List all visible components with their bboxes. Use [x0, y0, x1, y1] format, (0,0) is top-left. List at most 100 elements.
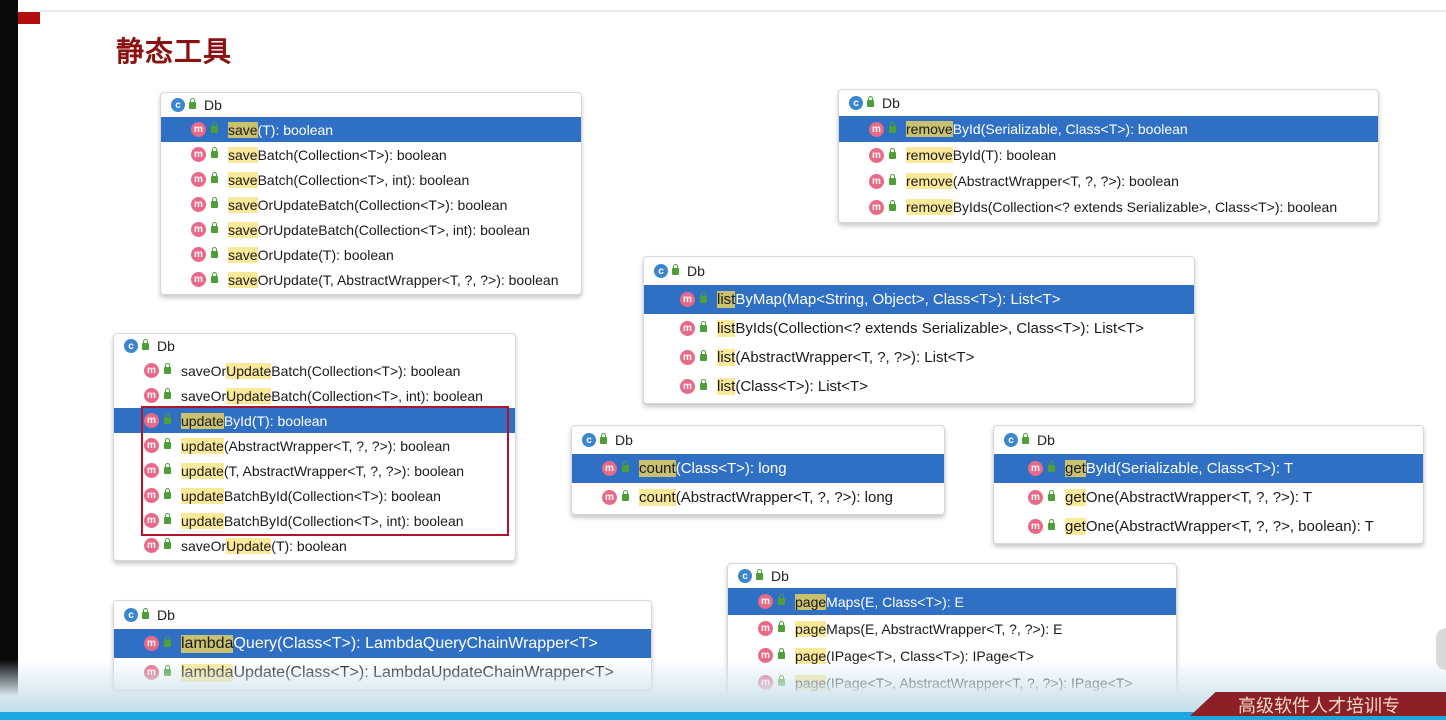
class-icon: c: [171, 98, 185, 112]
method-item[interactable]: m lambda Query(Class<T>): LambdaQueryChain…: [114, 629, 651, 658]
method-icon: m: [1028, 519, 1043, 534]
popup-header: c Db: [644, 257, 1194, 285]
match-highlight: lambda: [181, 634, 234, 653]
match-highlight: list: [717, 349, 736, 366]
lock-icon: [700, 321, 707, 332]
method-item[interactable]: m list (AbstractWrapper<T, ?, ?>): List<T>: [644, 343, 1194, 372]
method-item[interactable]: m saveOrUpdate(T): boolean: [161, 242, 581, 267]
match-highlight: get: [1065, 489, 1086, 506]
method-item[interactable]: m get One(AbstractWrapper<T, ?, ?>): T: [994, 483, 1423, 512]
match-highlight: list: [717, 378, 736, 395]
method-item[interactable]: m get ById(Serializable, Class<T>): T: [994, 454, 1423, 483]
method-item[interactable]: m save OrUpdate(T, AbstractWrapper<T, ?, ?…: [161, 267, 581, 292]
method-icon: m: [191, 172, 206, 187]
class-name: Db: [615, 432, 633, 448]
method-signature: Query(Class<T>): LambdaQueryChainWrapper…: [233, 634, 598, 652]
class-icon: c: [738, 569, 752, 583]
method-item[interactable]: m saveOrUpdateBatch(Collection<T>, int): …: [161, 217, 581, 242]
method-item[interactable]: m remove ByIds(Collection<? extends Serial…: [839, 194, 1378, 220]
method-item[interactable]: m list (Class<T>): List<T>: [644, 372, 1194, 401]
popup-header: c Db: [572, 426, 944, 454]
match-highlight: page: [795, 593, 827, 610]
db-popup-remove: c Db m remove ById(Serializable, Class<T>): …: [838, 89, 1379, 223]
method-item[interactable]: m get One(AbstractWrapper<T, ?, ?>, boolea…: [994, 512, 1423, 541]
lock-icon: [778, 594, 785, 605]
method-icon: m: [144, 538, 159, 553]
class-icon: c: [582, 433, 596, 447]
lock-icon: [211, 222, 218, 233]
popup-header: c Db: [839, 90, 1378, 116]
method-signature: Maps(E, Class<T>): E: [826, 593, 964, 610]
method-signature: (Class<T>): long: [675, 460, 787, 477]
popup-header: c Db: [161, 93, 581, 117]
method-item[interactable]: m remove ById(Serializable, Class<T>): boo…: [839, 116, 1378, 142]
lock-icon: [211, 247, 218, 258]
method-signature: Batch(Collection<T>): boolean: [257, 146, 447, 163]
method-signature: ByIds(Collection<? extends Serializable>…: [952, 199, 1338, 215]
method-signature: (AbstractWrapper<T, ?, ?>): boolean: [952, 173, 1179, 189]
method-signature: (Class<T>): List<T>: [735, 378, 868, 395]
popup-header: c Db: [114, 601, 651, 629]
lock-icon: [889, 147, 896, 159]
lock-icon: [600, 432, 607, 444]
method-item[interactable]: m page Maps(E, AbstractWrapper<T, ?, ?>): …: [728, 615, 1176, 642]
method-signature: OrUpdate(T): boolean: [257, 246, 394, 263]
method-icon: m: [602, 490, 617, 505]
match-highlight: remove: [906, 173, 953, 189]
class-icon: c: [849, 96, 863, 110]
match-highlight: count: [639, 460, 676, 477]
method-item[interactable]: m saveOrUpdate(T): boolean: [114, 533, 515, 558]
method-item[interactable]: m save Batch(Collection<T>): boolean: [161, 142, 581, 167]
method-signature: (AbstractWrapper<T, ?, ?>): List<T>: [735, 349, 975, 366]
lock-icon: [700, 379, 707, 390]
class-icon: c: [124, 608, 138, 622]
method-item[interactable]: m save Batch(Collection<T>, int): boolean: [161, 167, 581, 192]
match-highlight: save: [228, 146, 258, 163]
class-name: Db: [687, 263, 705, 279]
method-item[interactable]: m page Maps(E, Class<T>): E: [728, 588, 1176, 615]
class-name: Db: [1037, 432, 1055, 448]
method-item[interactable]: m count (AbstractWrapper<T, ?, ?>): long: [572, 483, 944, 512]
method-item[interactable]: m saveOrUpdateBatch(Collection<T>, int): …: [114, 383, 515, 408]
lock-icon: [1048, 519, 1055, 530]
method-prefix: saveOr: [181, 387, 227, 404]
method-item[interactable]: m save (T): boolean: [161, 117, 581, 142]
method-item[interactable]: m list ByMap(Map<String, Object>, Class<T>…: [644, 285, 1194, 314]
lock-icon: [1048, 461, 1055, 472]
method-item[interactable]: m remove (AbstractWrapper<T, ?, ?>): boole…: [839, 168, 1378, 194]
method-item[interactable]: m remove ById(T): boolean: [839, 142, 1378, 168]
match-highlight: remove: [906, 147, 953, 163]
lock-icon: [211, 172, 218, 183]
match-highlight: remove: [906, 121, 953, 137]
db-popup-list: c Db m list ByMap(Map<String, Object>, Class…: [643, 256, 1195, 404]
method-icon: m: [191, 197, 206, 212]
method-icon: m: [191, 122, 206, 137]
match-highlight: count: [639, 489, 676, 506]
class-name: Db: [771, 568, 789, 584]
scroll-handle[interactable]: [1436, 628, 1446, 670]
lock-icon: [164, 363, 171, 374]
method-signature: ByIds(Collection<? extends Serializable>…: [735, 320, 1144, 337]
class-icon: c: [1004, 433, 1018, 447]
method-item[interactable]: m saveOrUpdateBatch(Collection<T>): boole…: [114, 358, 515, 383]
method-icon: m: [602, 461, 617, 476]
lock-icon: [189, 97, 196, 109]
method-icon: m: [869, 199, 884, 215]
lock-icon: [778, 621, 785, 632]
method-item[interactable]: m saveOrUpdateBatch(Collection<T>): boole…: [161, 192, 581, 217]
lock-icon: [672, 263, 679, 275]
lock-icon: [142, 607, 149, 619]
method-prefix: saveOr: [181, 362, 227, 379]
method-signature: (T): boolean: [257, 121, 334, 138]
match-highlight: save: [228, 246, 258, 263]
method-signature: One(AbstractWrapper<T, ?, ?>, boolean): …: [1085, 518, 1374, 535]
method-item[interactable]: m count (Class<T>): long: [572, 454, 944, 483]
lock-icon: [778, 648, 785, 659]
match-highlight: get: [1065, 460, 1086, 477]
lock-icon: [211, 272, 218, 283]
method-icon: m: [191, 272, 206, 287]
method-item[interactable]: m list ByIds(Collection<? extends Serializ…: [644, 314, 1194, 343]
method-icon: m: [869, 173, 884, 189]
lock-icon: [867, 95, 874, 107]
match-highlight: page: [795, 620, 827, 637]
